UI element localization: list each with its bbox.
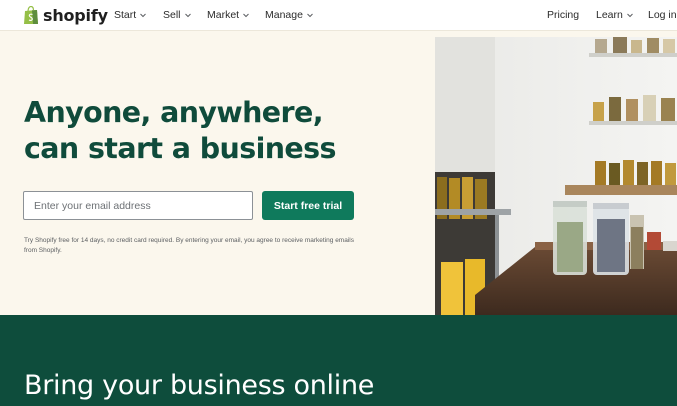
nav-log-in-label: Log in xyxy=(648,9,677,21)
chevron-down-icon xyxy=(307,13,313,18)
nav-market-label: Market xyxy=(207,9,240,21)
nav-learn[interactable]: Learn xyxy=(596,9,634,21)
headline-line-1: Anyone, anywhere, xyxy=(24,96,324,129)
trial-disclaimer: Try Shopify free for 14 days, no credit … xyxy=(24,237,354,254)
top-navigation: shopify Start Sell Market Manage Pricing… xyxy=(0,0,677,31)
hero-image-kitchen-jars xyxy=(435,37,677,315)
headline-line-2: can start a business xyxy=(24,132,336,165)
secondary-section: Bring your business online xyxy=(0,315,677,406)
nav-start-label: Start xyxy=(114,9,137,21)
nav-market[interactable]: Market xyxy=(207,9,250,21)
nav-start[interactable]: Start xyxy=(114,9,147,21)
shopping-bag-icon xyxy=(23,5,39,25)
nav-learn-label: Learn xyxy=(596,9,623,21)
hero-headline: Anyone, anywhere, can start a business xyxy=(24,95,424,167)
chevron-down-icon xyxy=(184,13,191,18)
chevron-down-icon xyxy=(243,13,249,18)
nav-pricing[interactable]: Pricing xyxy=(547,9,579,21)
nav-sell-label: Sell xyxy=(163,9,181,21)
chevron-down-icon xyxy=(627,13,633,18)
email-input[interactable] xyxy=(23,191,253,220)
nav-pricing-label: Pricing xyxy=(547,9,580,21)
shopify-logo[interactable]: shopify xyxy=(23,5,108,25)
nav-log-in[interactable]: Log in xyxy=(648,9,677,21)
nav-sell[interactable]: Sell xyxy=(163,9,192,21)
nav-manage-label: Manage xyxy=(265,9,303,21)
brand-name: shopify xyxy=(43,5,108,25)
nav-manage[interactable]: Manage xyxy=(265,9,314,21)
chevron-down-icon xyxy=(140,13,147,18)
section-title: Bring your business online xyxy=(24,370,375,401)
start-free-trial-button[interactable]: Start free trial xyxy=(262,191,354,220)
